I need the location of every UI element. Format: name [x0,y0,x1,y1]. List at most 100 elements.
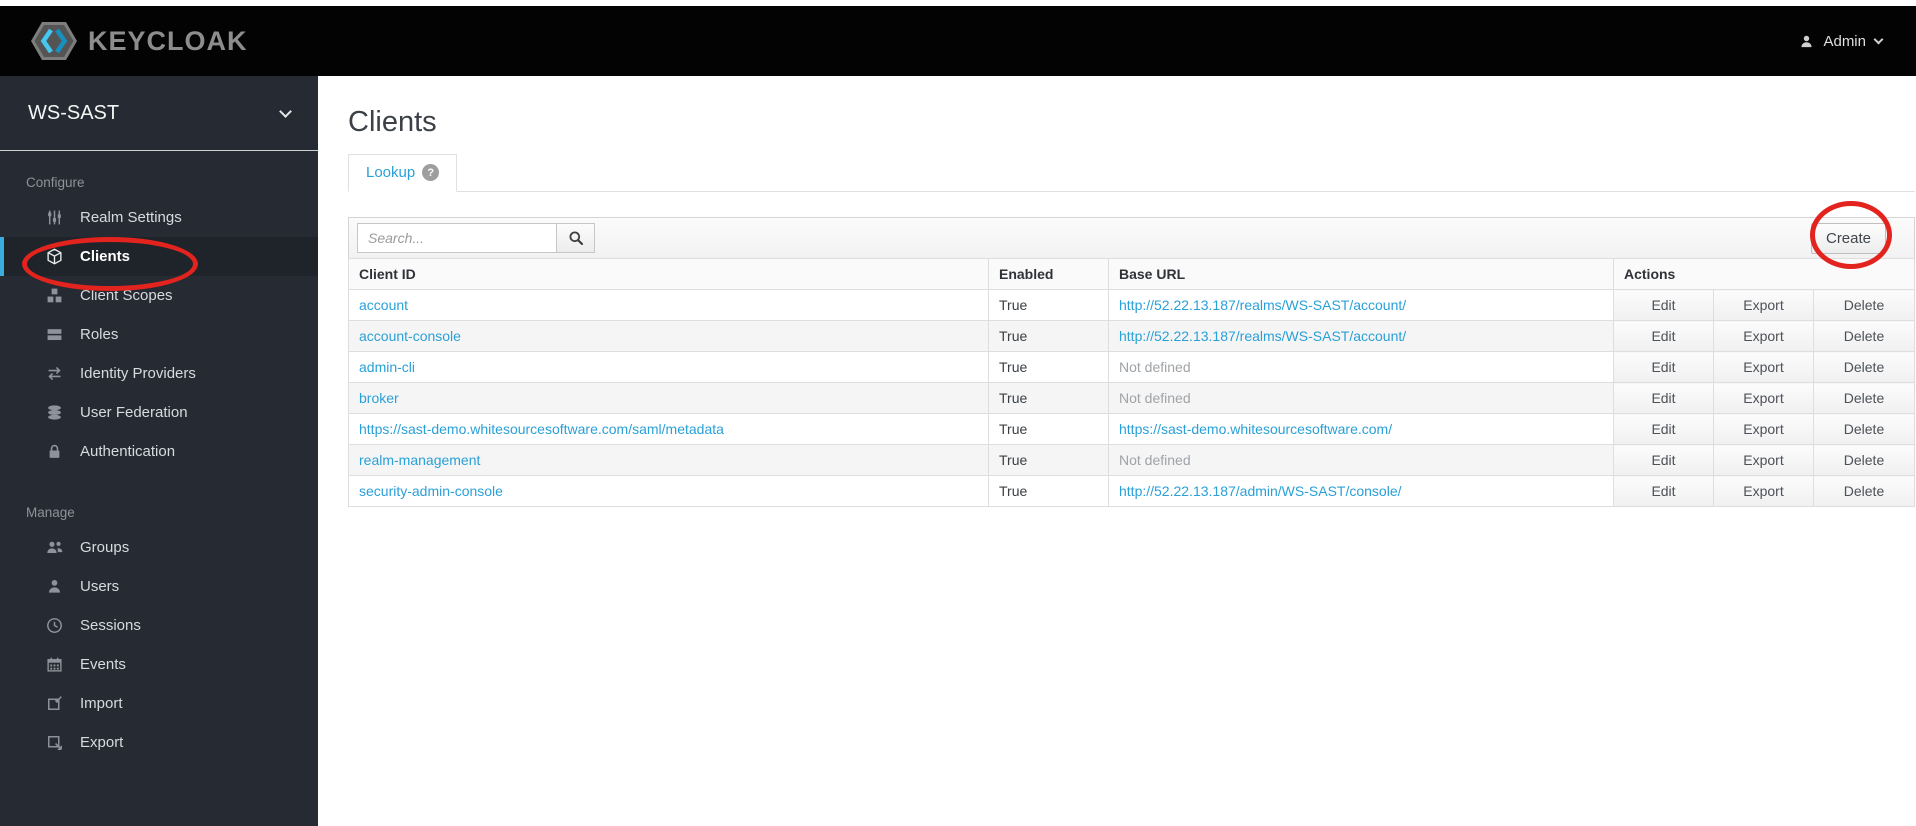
page-title: Clients [348,106,437,138]
sidebar-item-client-scopes[interactable]: Client Scopes [0,276,318,315]
sidebar-item-sessions[interactable]: Sessions [0,606,318,645]
export-icon [44,734,64,751]
export-action[interactable]: Export [1713,320,1814,352]
delete-action[interactable]: Delete [1812,475,1916,507]
base-url-link[interactable]: http://52.22.13.187/realms/WS-SAST/accou… [1119,297,1406,313]
sidebar-item-groups[interactable]: Groups [0,528,318,567]
enabled-value: True [988,475,1109,507]
import-icon [44,695,64,712]
delete-action[interactable]: Delete [1812,382,1916,414]
create-button[interactable]: Create [1810,222,1887,254]
base-url-link[interactable]: https://sast-demo.whitesourcesoftware.co… [1119,421,1392,437]
clients-panel: Create Client ID Enabled Base URL Action… [348,217,1916,507]
database-icon [44,404,64,421]
column-header-enabled: Enabled [988,258,1109,290]
brand-name: KEYCLOAK [88,25,248,56]
edit-action[interactable]: Edit [1613,320,1714,352]
topbar: KEYCLOAK Admin [0,6,1916,76]
exchange-arrows-icon [44,365,64,382]
export-action[interactable]: Export [1713,475,1814,507]
sidebar-item-realm-settings[interactable]: Realm Settings [0,198,318,237]
delete-action[interactable]: Delete [1812,444,1916,476]
client-id-link[interactable]: realm-management [359,452,480,468]
export-action[interactable]: Export [1713,289,1814,321]
sidebar-item-clients[interactable]: Clients [0,237,318,276]
table-row: realm-management True Not defined Edit E… [348,444,1916,476]
table-row: broker True Not defined Edit Export Dele… [348,382,1916,414]
edit-action[interactable]: Edit [1613,289,1714,321]
enabled-value: True [988,413,1109,445]
search-input[interactable] [357,223,557,253]
search-icon [568,230,584,246]
sidebar: WS-SAST Configure Realm Settings Clients [0,76,318,826]
section-label-manage: Manage [26,505,75,520]
export-action[interactable]: Export [1713,413,1814,445]
tab-lookup[interactable]: Lookup ? [348,154,458,192]
delete-action[interactable]: Delete [1812,289,1916,321]
admin-user-menu[interactable]: Admin [1799,32,1884,50]
list-icon [44,326,64,343]
delete-action[interactable]: Delete [1812,320,1916,352]
enabled-value: True [988,351,1109,383]
table-row: security-admin-console True http://52.22… [348,475,1916,507]
chevron-down-icon [279,104,292,118]
help-icon[interactable]: ? [422,164,440,181]
export-action[interactable]: Export [1713,382,1814,414]
enabled-value: True [988,444,1109,476]
search-button[interactable] [557,223,595,253]
client-id-link[interactable]: security-admin-console [359,483,503,499]
client-id-link[interactable]: account [359,297,408,313]
enabled-value: True [988,289,1109,321]
table-toolbar: Create [348,217,1916,259]
lock-icon [44,443,64,460]
column-header-actions: Actions [1612,258,1916,290]
sidebar-item-events[interactable]: Events [0,645,318,684]
person-icon [44,578,64,595]
sidebar-item-import[interactable]: Import [0,684,318,723]
admin-user-label: Admin [1823,32,1866,50]
client-id-link[interactable]: account-console [359,328,461,344]
table-header-row: Client ID Enabled Base URL Actions [348,258,1916,290]
sidebar-item-identity-providers[interactable]: Identity Providers [0,354,318,393]
sidebar-item-export[interactable]: Export [0,723,318,762]
delete-action[interactable]: Delete [1812,413,1916,445]
cube-icon [44,248,64,265]
edit-action[interactable]: Edit [1613,444,1714,476]
base-url-link[interactable]: http://52.22.13.187/admin/WS-SAST/consol… [1119,483,1402,499]
clock-icon [44,617,64,634]
table-row: admin-cli True Not defined Edit Export D… [348,351,1916,383]
tab-bar: Lookup ? [348,153,1916,192]
section-label-configure: Configure [26,175,85,190]
sidebar-item-user-federation[interactable]: User Federation [0,393,318,432]
calendar-icon [44,656,64,673]
cubes-icon [44,287,64,304]
client-id-link[interactable]: https://sast-demo.whitesourcesoftware.co… [359,421,724,437]
chevron-down-icon [1873,34,1884,44]
delete-action[interactable]: Delete [1812,351,1916,383]
base-url-link[interactable]: http://52.22.13.187/realms/WS-SAST/accou… [1119,328,1406,344]
edit-action[interactable]: Edit [1613,475,1714,507]
export-action[interactable]: Export [1713,444,1814,476]
sidebar-item-roles[interactable]: Roles [0,315,318,354]
base-url-not-defined: Not defined [1119,452,1191,468]
sidebar-item-users[interactable]: Users [0,567,318,606]
keycloak-logo: KEYCLOAK [30,21,248,61]
edit-action[interactable]: Edit [1613,413,1714,445]
keycloak-hexagon-icon [30,21,78,61]
sliders-icon [44,209,64,226]
column-header-client-id: Client ID [348,258,989,290]
table-row: https://sast-demo.whitesourcesoftware.co… [348,413,1916,445]
export-action[interactable]: Export [1713,351,1814,383]
enabled-value: True [988,382,1109,414]
enabled-value: True [988,320,1109,352]
realm-selector[interactable]: WS-SAST [0,76,318,151]
realm-name: WS-SAST [28,101,120,124]
edit-action[interactable]: Edit [1613,351,1714,383]
sidebar-item-authentication[interactable]: Authentication [0,432,318,471]
clients-table: Client ID Enabled Base URL Actions accou… [348,258,1916,507]
user-icon [1799,34,1814,49]
client-id-link[interactable]: broker [359,390,399,406]
client-id-link[interactable]: admin-cli [359,359,415,375]
edit-action[interactable]: Edit [1613,382,1714,414]
people-icon [44,539,64,556]
